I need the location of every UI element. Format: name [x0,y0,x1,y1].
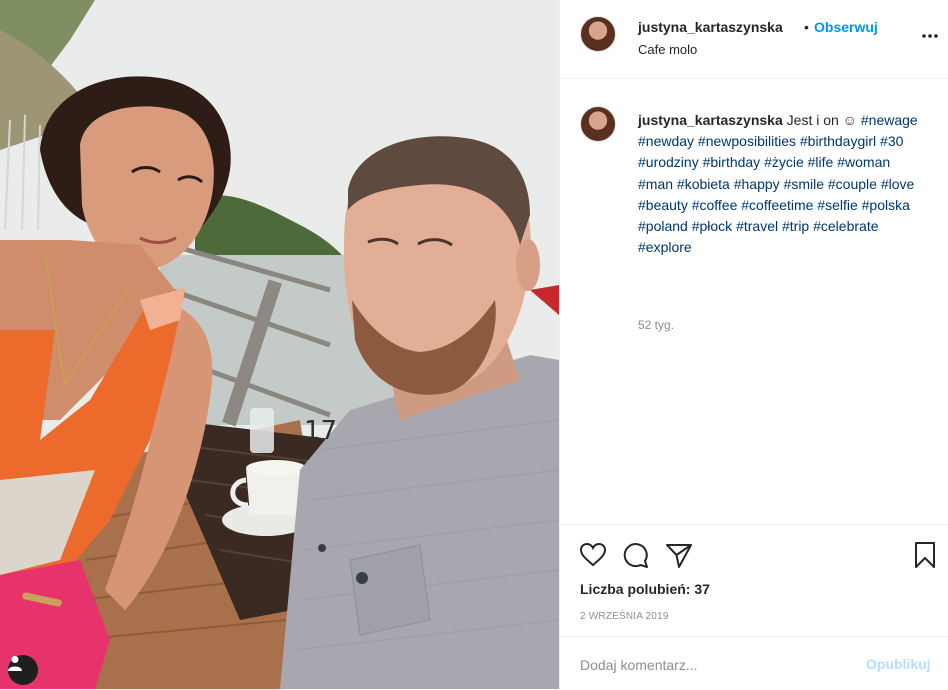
photo-scene [0,0,559,689]
post-date: 2 WRZEŚNIA 2019 [580,611,669,622]
post-photo[interactable]: 17 [0,0,559,689]
caption-text: Jest i on ☺ [786,112,857,128]
author-avatar[interactable] [580,16,616,52]
author-username[interactable]: justyna_kartaszynska [638,19,783,35]
caption-text-block: justyna_kartaszynska Jest i on ☺ #newage… [638,110,928,258]
post-side-panel: justyna_kartaszynska • Obserwuj Cafe mol… [559,0,948,689]
comment-icon[interactable] [621,540,651,570]
caption-username[interactable]: justyna_kartaszynska [638,112,783,128]
publish-button[interactable]: Opublikuj [866,656,931,672]
location-link[interactable]: Cafe molo [638,42,697,57]
post-header: justyna_kartaszynska • Obserwuj Cafe mol… [560,0,948,79]
table-number-label: 17 [304,416,338,446]
caption-hashtags[interactable]: #newage #newday #newposibilities #birthd… [638,112,918,255]
person-tag-icon[interactable] [8,655,38,685]
caption-author-avatar[interactable] [580,106,616,142]
instagram-post: 17 justyna_kartaszynska • Obserwuj Cafe … [0,0,948,689]
follow-button[interactable]: Obserwuj [814,19,878,35]
header-separator: • [804,19,809,35]
bookmark-icon[interactable] [910,540,940,570]
heart-icon[interactable] [578,540,608,570]
person-icon [8,656,22,671]
comment-bar: Opublikuj [560,636,948,690]
more-horizontal-icon[interactable] [920,26,940,46]
post-actions: Liczba polubień: 37 2 WRZEŚNIA 2019 Opub… [560,524,948,689]
likes-count[interactable]: Liczba polubień: 37 [580,581,710,597]
share-icon[interactable] [664,540,694,570]
caption-timestamp[interactable]: 52 tyg. [638,318,674,332]
comment-input[interactable] [580,655,840,675]
